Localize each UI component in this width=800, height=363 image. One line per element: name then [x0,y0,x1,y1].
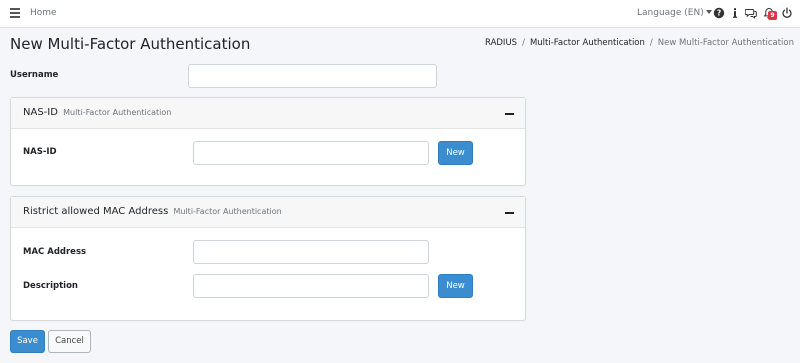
top-navbar: Home Language (EN) ? 9 [0,0,800,28]
question-circle-icon[interactable]: ? [713,7,725,19]
nas-id-new-button[interactable]: New [438,141,473,165]
mac-address-new-button[interactable]: New [438,274,473,298]
mac-address-input[interactable] [193,240,429,264]
nas-id-card-title: NAS-ID Multi-Factor Authentication [23,107,171,118]
page-title: New Multi-Factor Authentication [10,35,251,53]
nas-id-card-header: NAS-ID Multi-Factor Authentication [11,98,525,129]
mac-address-card-title: Ristrict allowed MAC Address Multi-Facto… [23,206,282,217]
svg-text:?: ? [717,9,721,18]
nas-id-label: NAS-ID [23,147,57,157]
notification-count-badge: 9 [768,11,777,20]
username-input[interactable] [188,64,437,88]
breadcrumb: RADIUS / Multi-Factor Authentication / New M… [485,38,794,48]
breadcrumb-separator: / [649,38,653,48]
breadcrumb-item-current: New Multi-Factor Authentication [657,38,794,48]
comments-icon[interactable] [745,7,757,19]
power-off-icon[interactable] [781,7,793,19]
username-label: Username [10,70,59,80]
breadcrumb-item-mfa[interactable]: Multi-Factor Authentication [530,38,645,48]
hamburger-menu-icon[interactable] [10,8,20,18]
mac-address-label: MAC Address [23,247,87,257]
mac-address-card-title-text: Ristrict allowed MAC Address [23,206,169,217]
nas-id-card: NAS-ID Multi-Factor Authentication NAS-I… [10,97,526,186]
mac-address-card: Ristrict allowed MAC Address Multi-Facto… [10,196,526,321]
nas-id-card-title-text: NAS-ID [23,107,58,118]
save-button[interactable]: Save [10,330,45,353]
mac-address-card-header: Ristrict allowed MAC Address Multi-Facto… [11,197,525,228]
breadcrumb-item-radius[interactable]: RADIUS [485,38,517,48]
description-label: Description [23,281,78,291]
collapse-minus-icon[interactable] [505,212,514,214]
description-input[interactable] [193,274,429,298]
home-link[interactable]: Home [30,8,57,18]
mac-address-card-subtitle: Multi-Factor Authentication [173,207,282,216]
nas-id-card-subtitle: Multi-Factor Authentication [63,108,172,117]
breadcrumb-separator: / [522,38,525,48]
caret-down-icon [705,10,712,14]
nas-id-input[interactable] [193,141,429,165]
info-icon[interactable] [729,7,741,19]
cancel-button[interactable]: Cancel [48,330,91,353]
language-label: Language (EN) [637,8,704,18]
language-dropdown[interactable]: Language (EN) [637,8,712,18]
collapse-minus-icon[interactable] [505,113,514,115]
